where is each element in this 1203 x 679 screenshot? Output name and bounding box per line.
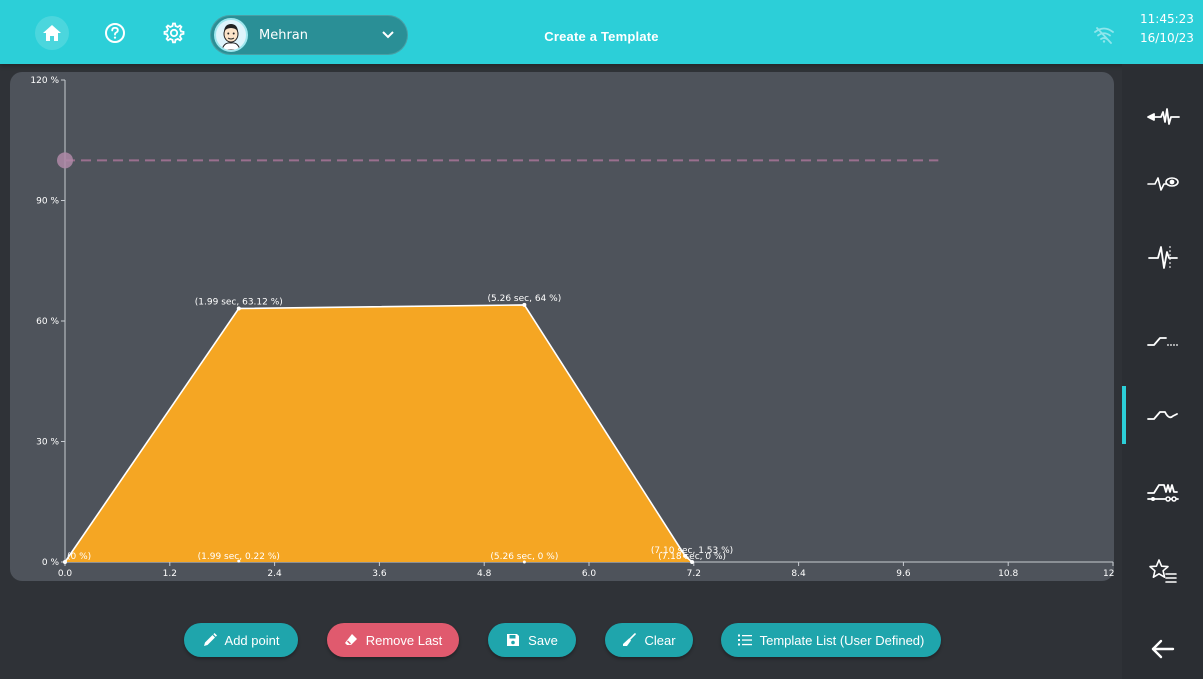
waveform-eye-icon: [1146, 177, 1179, 191]
sidebar-item-waveform-eye[interactable]: [1122, 154, 1203, 212]
add-point-button[interactable]: Add point: [184, 623, 298, 657]
ramp-wave-icon: [1146, 411, 1178, 420]
save-label: Save: [528, 632, 558, 648]
help-button[interactable]: [98, 16, 132, 50]
pencil-icon: [203, 633, 217, 647]
x-tick-label: 9.6: [896, 569, 911, 579]
y-tick-label: 90 %: [36, 197, 59, 207]
limit-handle: [57, 152, 73, 169]
waveform-pointer-icon: [1146, 108, 1180, 125]
favorite-list-icon: [1148, 559, 1177, 583]
list-icon: [737, 634, 752, 646]
user-name: Mehran: [259, 27, 309, 43]
waveform-spike-icon: [1147, 246, 1178, 269]
remove-last-label: Remove Last: [365, 632, 443, 648]
y-tick-label: 0 %: [42, 558, 60, 568]
clear-label: Clear: [644, 632, 676, 648]
x-tick-label: 2.4: [267, 569, 282, 579]
point-label: (1.99 sec, 0.22 %): [198, 552, 280, 562]
x-tick-label: 10.8: [998, 569, 1018, 579]
sidebar-item-waveform-pointer[interactable]: [1122, 88, 1203, 146]
back-button[interactable]: [1122, 620, 1203, 678]
home-icon: [43, 25, 61, 41]
template-chart[interactable]: 0 % 30 % 60 % 90 % 120 % 0.0 1.2 2.4 3.6 4.8 6.0 7.…: [10, 72, 1114, 581]
y-tick-label: 60 %: [36, 317, 59, 327]
avatar: [214, 18, 248, 52]
wifi-off-icon: [1093, 26, 1115, 48]
sidebar-item-waveform-spike[interactable]: [1122, 228, 1203, 286]
clock: 11:45:23 16/10/23: [1140, 10, 1194, 48]
eraser-icon: [344, 633, 358, 647]
ramp-settings-icon: [1146, 484, 1179, 502]
home-button[interactable]: [35, 16, 69, 50]
remove-last-button[interactable]: Remove Last: [327, 623, 459, 657]
settings-button[interactable]: [157, 16, 191, 50]
point-label: (5.26 sec, 0 %): [490, 552, 558, 562]
clock-date: 16/10/23: [1140, 31, 1194, 45]
x-tick-label: 1.2: [163, 569, 177, 579]
x-tick-label: 8.4: [791, 569, 806, 579]
gear-icon: [163, 22, 185, 44]
clock-time: 11:45:23: [1140, 12, 1194, 26]
sidebar: [1122, 64, 1203, 679]
user-select[interactable]: Mehran: [210, 15, 408, 55]
user-avatar-icon: [221, 24, 241, 50]
x-tick-label: 3.6: [372, 569, 387, 579]
point-label: (5.26 sec, 64 %): [488, 294, 562, 304]
point-label: (7.18 sec, 0 %): [658, 552, 726, 562]
x-tick-label: 6.0: [582, 569, 597, 579]
sidebar-item-ramp-settings[interactable]: [1122, 464, 1203, 522]
chevron-down-icon: [382, 31, 394, 39]
x-tick-label: 0.0: [58, 569, 73, 579]
point-label: (0 %): [67, 552, 91, 562]
floppy-disk-icon: [506, 633, 520, 647]
bottom-toolbar: Add point Remove Last Save Clear Templat…: [0, 623, 1120, 657]
point-label: (1.99 sec, 63.12 %): [195, 297, 283, 307]
help-icon: [105, 23, 125, 43]
sidebar-item-ramp-wave[interactable]: [1122, 386, 1203, 444]
chart-panel[interactable]: 0 % 30 % 60 % 90 % 120 % 0.0 1.2 2.4 3.6 4.8 6.0 7.…: [10, 72, 1114, 581]
ramp-dotted-icon: [1146, 337, 1178, 346]
top-bar: Mehran Create a Template 11:45:23 16/10/…: [0, 0, 1203, 64]
broom-icon: [622, 633, 637, 647]
template-list-button[interactable]: Template List (User Defined): [721, 623, 941, 657]
x-tick-label: 12.0: [1103, 569, 1114, 579]
x-tick-label: 4.8: [477, 569, 492, 579]
template-list-label: Template List (User Defined): [759, 632, 925, 648]
sidebar-item-ramp-dotted[interactable]: [1122, 312, 1203, 370]
add-point-label: Add point: [224, 632, 280, 648]
sidebar-item-favorite-list[interactable]: [1122, 542, 1203, 600]
clear-button[interactable]: Clear: [605, 623, 693, 657]
y-tick-label: 120 %: [30, 76, 59, 86]
y-tick-label: 30 %: [36, 438, 59, 448]
template-area: [65, 304, 693, 562]
x-tick-label: 7.2: [687, 569, 701, 579]
arrow-left-icon: [1151, 639, 1174, 659]
save-button[interactable]: Save: [488, 623, 576, 657]
